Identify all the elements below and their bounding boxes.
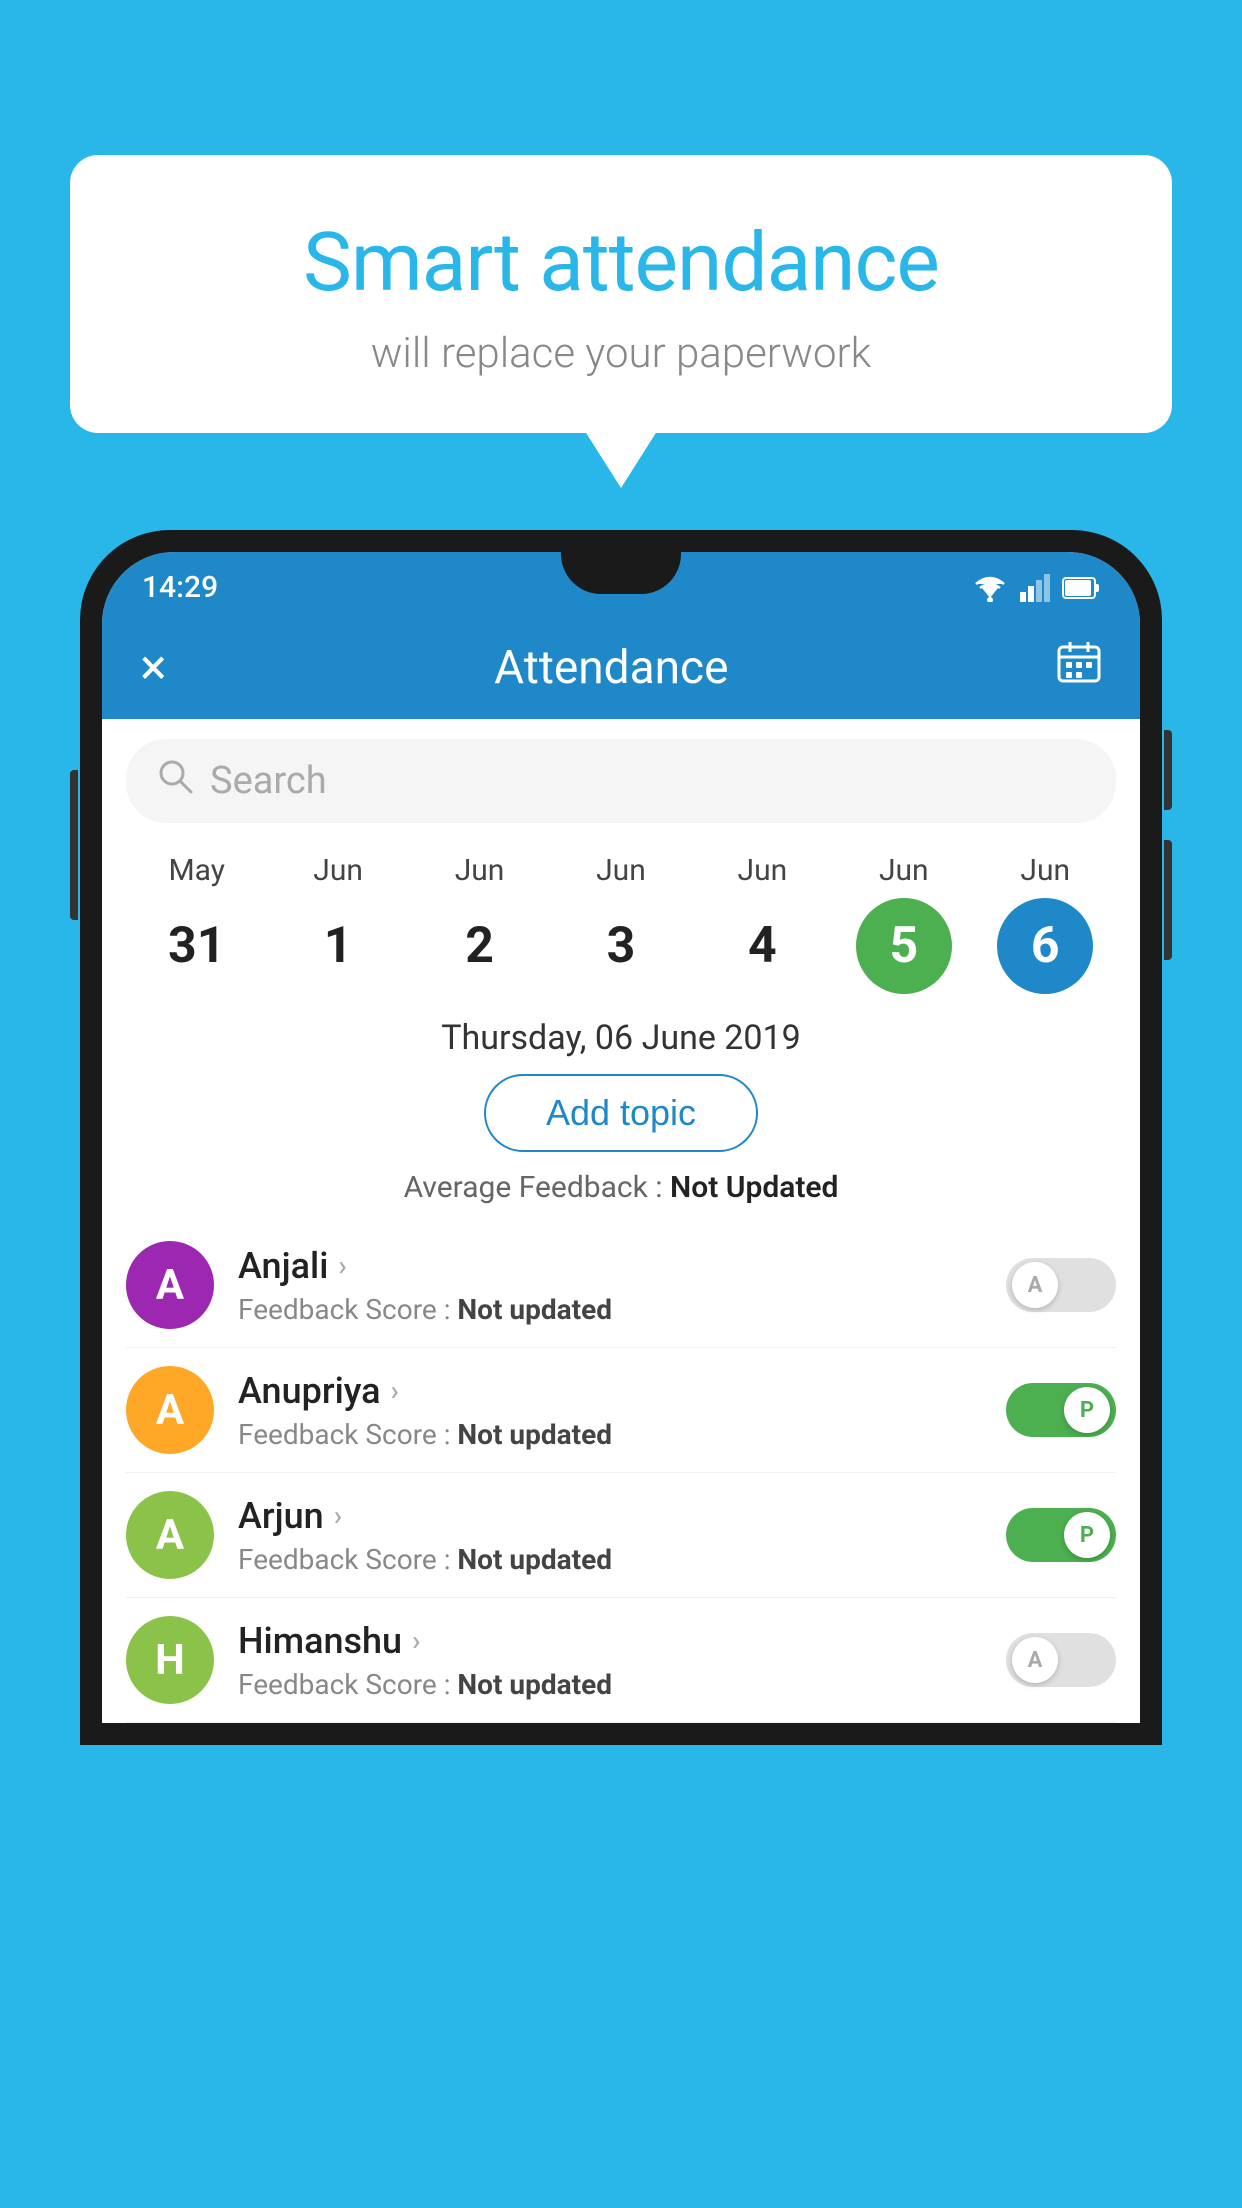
cal-date[interactable]: 1: [290, 898, 386, 994]
cal-date[interactable]: 3: [573, 898, 669, 994]
student-name: Anjali ›: [238, 1245, 982, 1287]
avg-feedback: Average Feedback : Not Updated: [102, 1170, 1140, 1205]
student-avatar: A: [126, 1366, 214, 1454]
student-avatar: A: [126, 1241, 214, 1329]
student-name: Himanshu ›: [238, 1620, 982, 1662]
speech-bubble-container: Smart attendance will replace your paper…: [70, 155, 1172, 433]
student-row[interactable]: A Arjun › Feedback Score : Not updated P: [126, 1473, 1116, 1598]
student-name: Arjun ›: [238, 1495, 982, 1537]
student-avatar: H: [126, 1616, 214, 1704]
cal-month: Jun: [313, 853, 363, 888]
chevron-icon: ›: [338, 1249, 346, 1282]
phone-frame: 14:29: [80, 530, 1162, 2208]
student-info: Anupriya › Feedback Score : Not updated: [238, 1370, 982, 1451]
student-list: AAnjali ›Feedback Score : Not updatedAAA…: [102, 1223, 1140, 1723]
add-topic-button[interactable]: Add topic: [484, 1074, 758, 1152]
student-feedback: Feedback Score : Not updated: [238, 1293, 982, 1326]
attendance-toggle[interactable]: A: [1006, 1633, 1116, 1687]
close-icon[interactable]: ×: [140, 639, 167, 697]
speech-bubble-title: Smart attendance: [120, 215, 1122, 311]
selected-date-label: Thursday, 06 June 2019: [102, 994, 1140, 1074]
speech-bubble-subtitle: will replace your paperwork: [120, 329, 1122, 378]
speech-bubble: Smart attendance will replace your paper…: [70, 155, 1172, 433]
chevron-icon: ›: [412, 1624, 420, 1657]
toggle-knob: A: [1012, 1637, 1058, 1683]
student-feedback: Feedback Score : Not updated: [238, 1543, 982, 1576]
student-feedback: Feedback Score : Not updated: [238, 1418, 982, 1451]
volume-left-button: [70, 770, 78, 920]
student-info: Himanshu › Feedback Score : Not updated: [238, 1620, 982, 1701]
cal-date[interactable]: 4: [714, 898, 810, 994]
phone-screen: 14:29: [102, 552, 1140, 1723]
student-row[interactable]: A Anjali › Feedback Score : Not updated A: [126, 1223, 1116, 1348]
calendar-day-3[interactable]: Jun 3: [566, 853, 676, 994]
app-bar: × Attendance: [102, 617, 1140, 719]
app-bar-title: Attendance: [494, 641, 728, 695]
volume-button: [1164, 840, 1172, 960]
toggle-knob: P: [1064, 1387, 1110, 1433]
cal-date[interactable]: 31: [149, 898, 245, 994]
calendar-day-2[interactable]: Jun 2: [425, 853, 535, 994]
search-icon: [156, 757, 194, 805]
student-info: Anjali › Feedback Score : Not updated: [238, 1245, 982, 1326]
cal-month: May: [168, 853, 224, 888]
toggle-knob: P: [1064, 1512, 1110, 1558]
cal-month: Jun: [738, 853, 788, 888]
attendance-toggle[interactable]: A: [1006, 1258, 1116, 1312]
student-row[interactable]: A Anupriya › Feedback Score : Not updated P: [126, 1348, 1116, 1473]
cal-month: Jun: [1020, 853, 1070, 888]
cal-month: Jun: [455, 853, 505, 888]
status-icons: [972, 574, 1100, 602]
cal-month: Jun: [879, 853, 929, 888]
chevron-icon: ›: [334, 1499, 342, 1532]
toggle-knob: A: [1012, 1262, 1058, 1308]
student-feedback: Feedback Score : Not updated: [238, 1668, 982, 1701]
student-avatar: A: [126, 1491, 214, 1579]
attendance-toggle[interactable]: P: [1006, 1508, 1116, 1562]
chevron-icon: ›: [391, 1374, 399, 1407]
calendar-day-5[interactable]: Jun 5: [849, 853, 959, 994]
calendar-day-1[interactable]: Jun 1: [283, 853, 393, 994]
cal-date[interactable]: 2: [432, 898, 528, 994]
calendar-day-4[interactable]: Jun 4: [707, 853, 817, 994]
phone-outer: 14:29: [80, 530, 1162, 1745]
search-bar[interactable]: Search: [126, 739, 1116, 823]
student-info: Arjun › Feedback Score : Not updated: [238, 1495, 982, 1576]
calendar-icon[interactable]: [1056, 639, 1102, 697]
student-name: Anupriya ›: [238, 1370, 982, 1412]
signal-icon: [1020, 574, 1050, 602]
battery-icon: [1062, 577, 1100, 599]
calendar-day-6[interactable]: Jun 6: [990, 853, 1100, 994]
status-time: 14:29: [142, 570, 218, 605]
wifi-icon: [972, 574, 1008, 602]
calendar-strip: May 31 Jun 1 Jun 2 Jun 3 Jun 4 Jun 5 Jun 6: [102, 833, 1140, 994]
attendance-toggle[interactable]: P: [1006, 1383, 1116, 1437]
search-input[interactable]: Search: [210, 759, 1086, 803]
cal-date[interactable]: 6: [997, 898, 1093, 994]
cal-date[interactable]: 5: [856, 898, 952, 994]
calendar-day-31[interactable]: May 31: [142, 853, 252, 994]
cal-month: Jun: [596, 853, 646, 888]
power-button: [1164, 730, 1172, 810]
student-row[interactable]: H Himanshu › Feedback Score : Not updated A: [126, 1598, 1116, 1723]
